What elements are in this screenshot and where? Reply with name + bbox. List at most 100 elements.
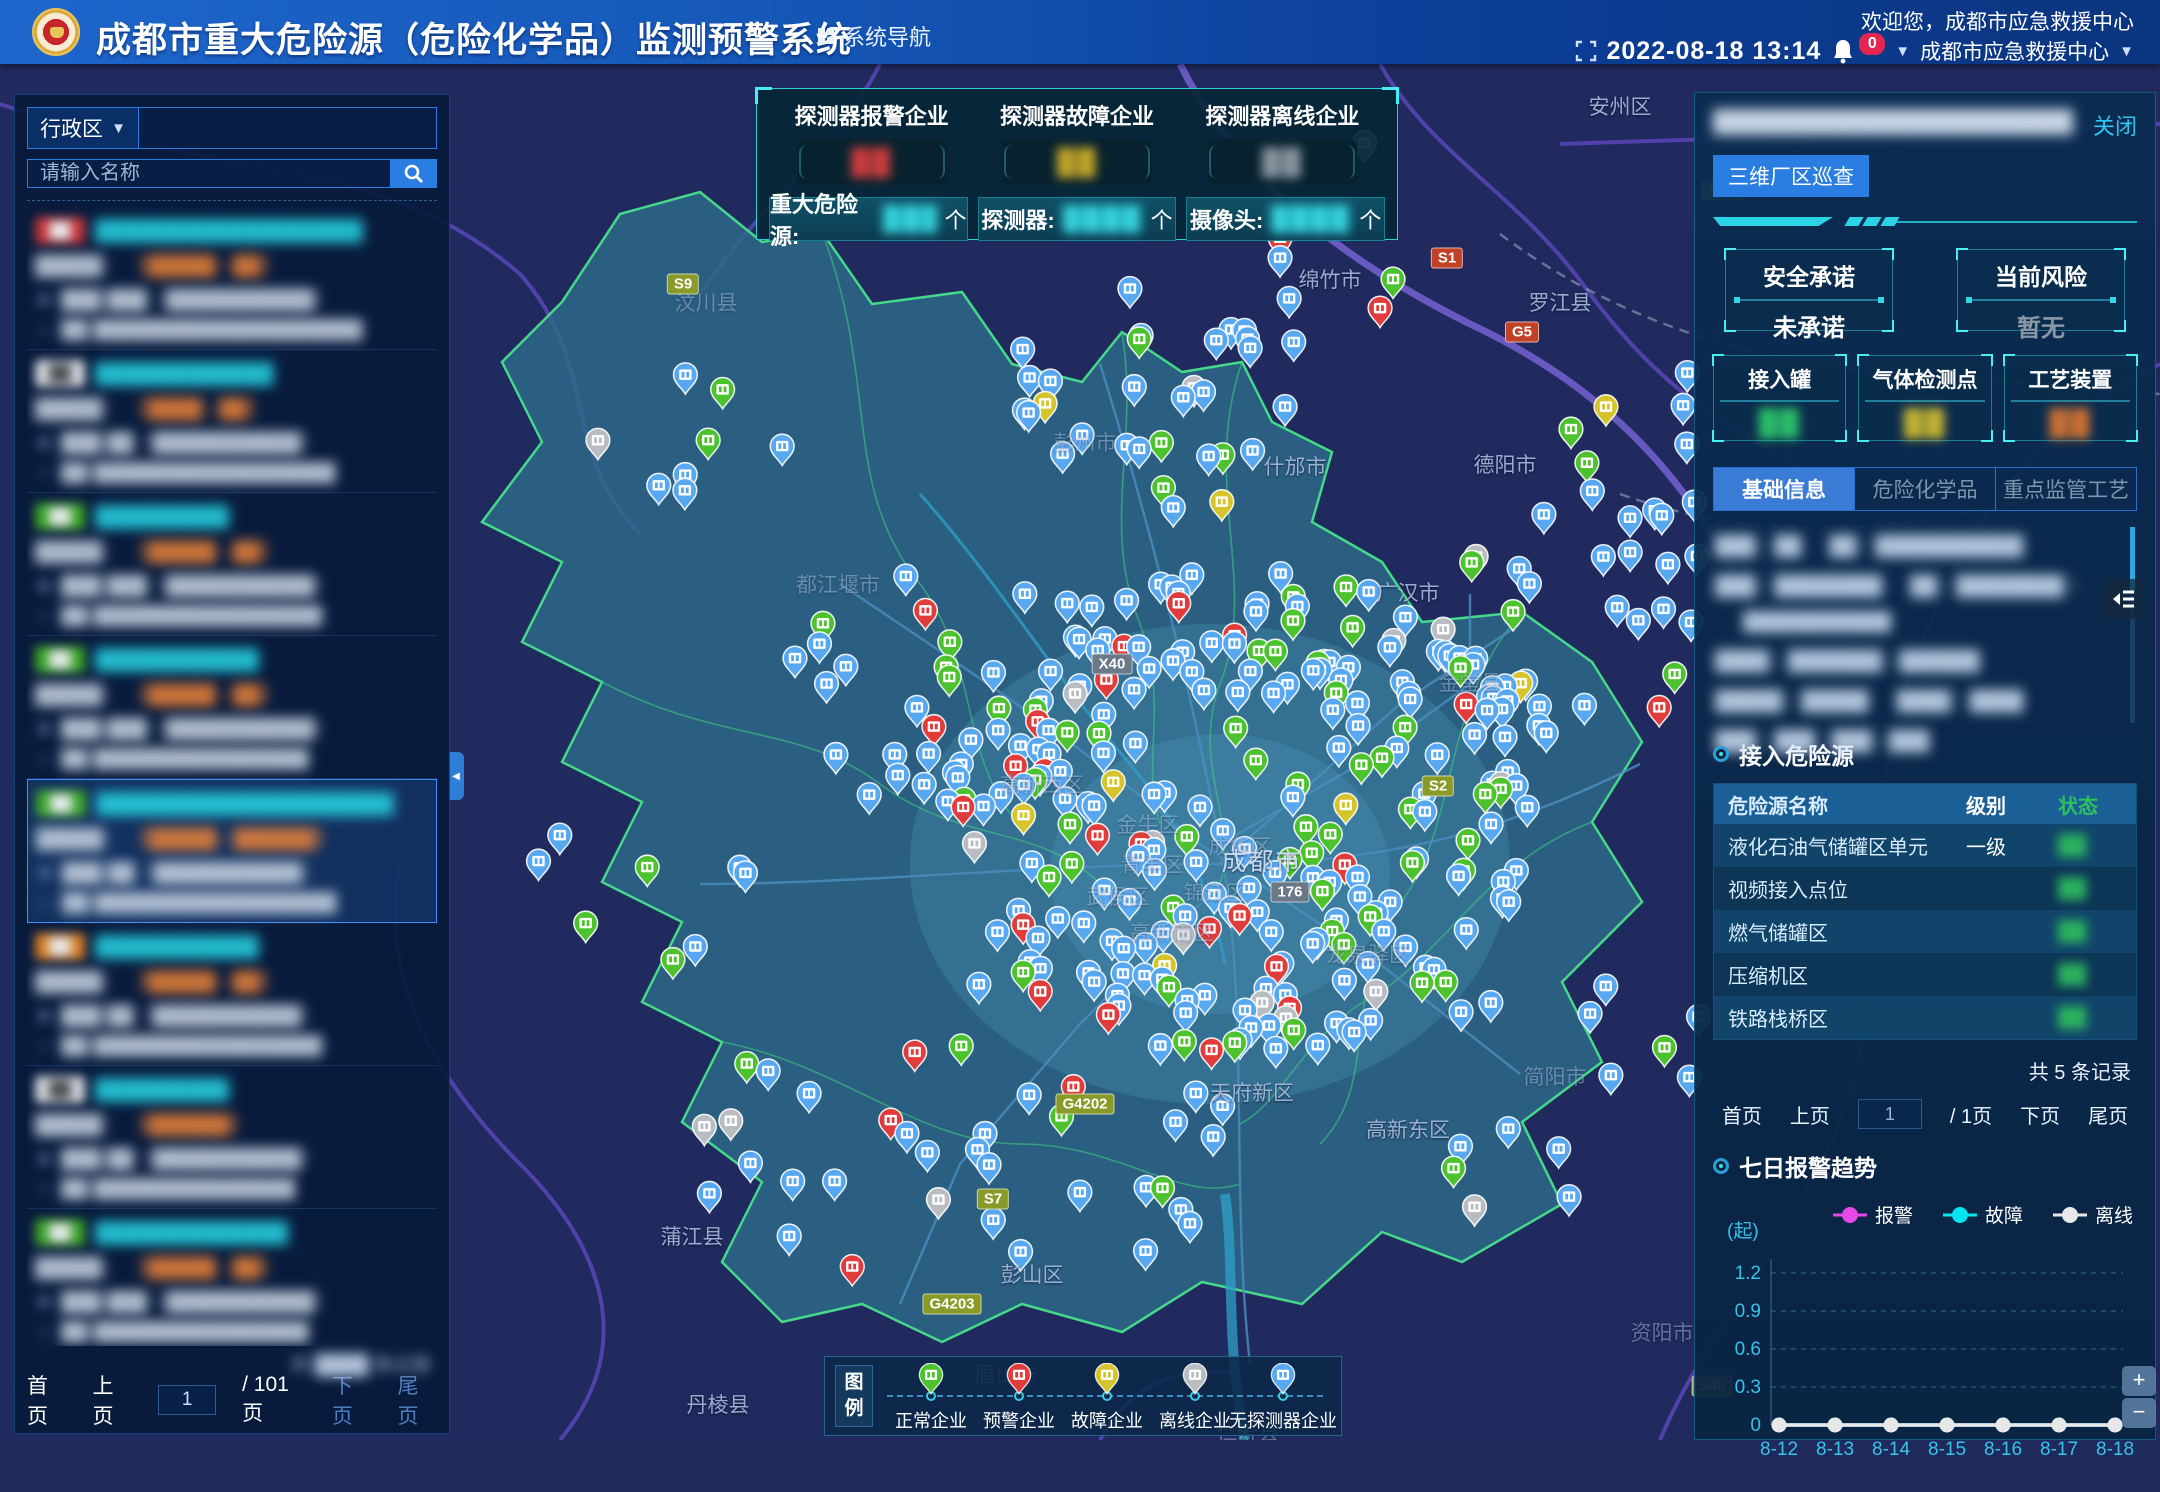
map-pin[interactable] — [1605, 595, 1629, 626]
prev-page-button[interactable]: 上页 — [1790, 1100, 1830, 1129]
page-number-input[interactable] — [158, 1385, 216, 1415]
map-pin[interactable] — [574, 911, 598, 942]
close-panel-button[interactable]: 关闭 — [2093, 109, 2137, 141]
map-pin[interactable] — [1368, 296, 1392, 327]
status-badge: ██ — [35, 217, 85, 244]
status-badge: ██ — [35, 1076, 85, 1103]
hazard-table-row[interactable]: 燃气储罐区██ — [1714, 910, 2136, 953]
hazard-table-row[interactable]: 液化石油气储罐区单元一级██ — [1714, 824, 2136, 867]
map-pin[interactable] — [1575, 451, 1599, 482]
tab-2[interactable]: 重点监管工艺 — [1996, 468, 2136, 510]
map-pin[interactable] — [1618, 540, 1642, 571]
legend-item-label: 无探测器企业 — [1229, 1407, 1337, 1433]
enterprise-list-item[interactable]: ████████████████████：【█████ - ██】♟███ ██… — [27, 1209, 437, 1346]
region-filter-dropdown[interactable]: 行政区 ▼ — [27, 107, 139, 149]
search-input[interactable] — [27, 159, 391, 188]
map-pin[interactable] — [1559, 417, 1583, 448]
promise-value: 暂无 — [1958, 308, 2124, 343]
totals-stat-value: ████ — [1063, 205, 1143, 233]
map-pin[interactable] — [1591, 545, 1615, 576]
map-pin[interactable] — [1268, 246, 1292, 277]
first-page-button[interactable]: 首页 — [1722, 1100, 1762, 1129]
person-icon: ♟ — [36, 862, 54, 882]
fullscreen-icon[interactable] — [1575, 40, 1597, 62]
map-pin[interactable] — [1557, 1185, 1581, 1216]
hazard-table-row[interactable]: 铁路栈桥区██ — [1714, 996, 2136, 1039]
map-pin[interactable] — [527, 849, 551, 880]
promise-label: 当前风险 — [1958, 258, 2124, 292]
region-filter-value[interactable] — [139, 107, 437, 149]
map-pin[interactable] — [698, 1181, 722, 1212]
enterprise-detail-panel: ████████████████████████ 关闭 三维厂区巡查 安全承诺未… — [1694, 92, 2156, 1440]
last-page-button[interactable]: 尾页 — [397, 1370, 437, 1430]
map-pin[interactable] — [1277, 286, 1301, 317]
section-dot-icon — [1713, 1158, 1729, 1174]
svg-text:8-17: 8-17 — [2040, 1439, 2078, 1460]
map-pin[interactable] — [1656, 552, 1680, 583]
map-pin[interactable] — [1594, 974, 1618, 1005]
zoom-out-button[interactable]: − — [2122, 1398, 2156, 1428]
tab-1[interactable]: 危险化学品 — [1855, 468, 1996, 510]
next-page-button[interactable]: 下页 — [332, 1370, 372, 1430]
detector-stat-label: 探测器故障企业 — [974, 99, 1179, 131]
enterprise-list-item[interactable]: ████████████████：【█████ - ██】♟███ ███（██… — [27, 493, 437, 636]
section-dot-icon — [1713, 746, 1729, 762]
map-pin[interactable] — [1653, 1035, 1677, 1066]
caret-down-icon[interactable]: ▼ — [2119, 43, 2134, 60]
map-pin[interactable] — [1663, 662, 1687, 693]
tab-0[interactable]: 基础信息 — [1714, 468, 1855, 510]
map-pin[interactable] — [1650, 503, 1674, 534]
map-pin[interactable] — [1547, 1137, 1571, 1168]
svg-text:8-14: 8-14 — [1872, 1439, 1910, 1460]
plant-3d-tour-button[interactable]: 三维厂区巡查 — [1713, 155, 1869, 197]
hazard-table-header: 危险源名称级别状态 — [1714, 784, 2136, 824]
map-pin[interactable] — [1618, 506, 1642, 537]
enterprise-list-item[interactable]: ███████████████████████████：【█████ - ███… — [27, 779, 437, 923]
map-pin[interactable] — [1626, 608, 1650, 639]
notification-bell-icon[interactable] — [1831, 38, 1855, 64]
map-pin[interactable] — [1381, 267, 1405, 298]
map-pin[interactable] — [1599, 1063, 1623, 1094]
enterprise-list-item[interactable]: ███████████████████：【████ - ██】♟███ ██（█… — [27, 350, 437, 493]
map-pin[interactable] — [1273, 395, 1297, 426]
page-number-input[interactable] — [1858, 1099, 1922, 1129]
last-page-button[interactable]: 尾页 — [2088, 1100, 2128, 1129]
info-scrollbar[interactable] — [2130, 527, 2135, 723]
zoom-in-button[interactable]: + — [2122, 1366, 2156, 1396]
map-pin[interactable] — [1460, 551, 1484, 582]
totals-stat: 摄像头:████个 — [1186, 197, 1385, 241]
map-pin[interactable] — [1204, 328, 1228, 359]
enterprise-list-item[interactable]: ██████████████████：【█████ - ██】♟███ ██（█… — [27, 923, 437, 1066]
hazard-table-row[interactable]: 视频接入点位██ — [1714, 867, 2136, 910]
totals-stat-label: 重大危险源: — [770, 187, 875, 251]
top-status-bar: 2022-08-18 13:14 0 ▼ 成都市应急救援中心 ▼ — [1575, 36, 2135, 66]
enterprise-list-item[interactable]: ██████████████████：【█████ - ██】♟███ ███（… — [27, 636, 437, 779]
person-icon: ♟ — [35, 1005, 53, 1025]
detector-stat-value: ██ — [1057, 147, 1098, 178]
system-nav-label: 系统导航 — [843, 20, 931, 52]
enterprise-list-item[interactable]: █████████████████████████：【█████ - ██】♟█… — [27, 207, 437, 350]
map-pin[interactable] — [1580, 479, 1604, 510]
expand-panel-button[interactable] — [2103, 579, 2143, 619]
detector-stat-value: ██ — [851, 147, 892, 178]
system-nav-button[interactable]: 系统导航 — [818, 20, 931, 52]
next-page-button[interactable]: 下页 — [2020, 1100, 2060, 1129]
enterprise-list-item[interactable]: ████████████████：【██████】♟███ ██（███████… — [27, 1066, 437, 1209]
map-pin[interactable] — [1118, 277, 1142, 308]
sidebar-collapse-handle[interactable]: ◀ — [448, 752, 464, 800]
map-pin[interactable] — [1652, 597, 1676, 628]
map-pin-icon — [1182, 1363, 1208, 1395]
map-pin[interactable] — [1282, 330, 1306, 361]
search-button[interactable] — [391, 159, 437, 188]
caret-down-icon: ▼ — [111, 120, 126, 137]
map-pin[interactable] — [1647, 696, 1671, 727]
person-icon: ♟ — [35, 718, 53, 738]
caret-down-icon[interactable]: ▼ — [1895, 43, 1910, 60]
prev-page-button[interactable]: 上页 — [93, 1370, 133, 1430]
map-pin[interactable] — [1671, 393, 1695, 424]
map-pin[interactable] — [548, 823, 572, 854]
map-pin[interactable] — [1532, 502, 1556, 533]
map-pin[interactable] — [1517, 572, 1541, 603]
first-page-button[interactable]: 首页 — [27, 1370, 67, 1430]
hazard-table-row[interactable]: 压缩机区██ — [1714, 953, 2136, 996]
